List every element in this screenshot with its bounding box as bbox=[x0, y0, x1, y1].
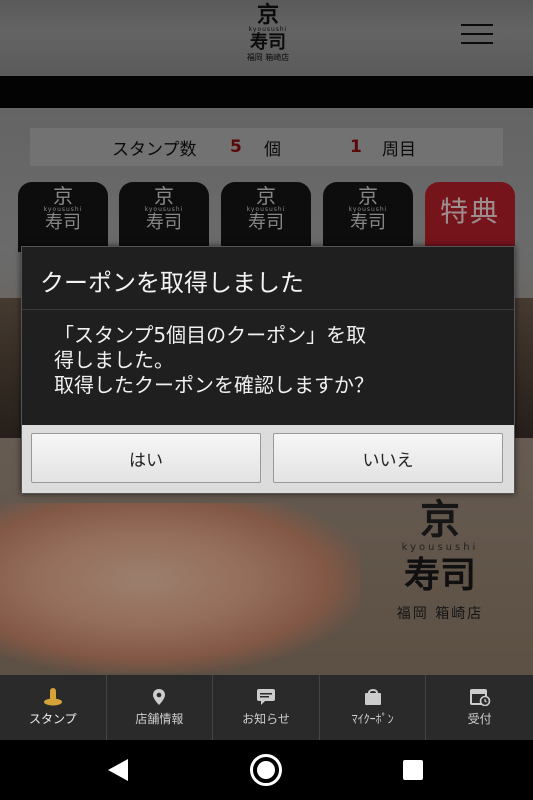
tab-label: 店舗情報 bbox=[135, 712, 184, 726]
tab-news[interactable]: お知らせ bbox=[213, 675, 320, 740]
home-icon[interactable] bbox=[250, 754, 282, 786]
no-button[interactable]: いいえ bbox=[273, 433, 503, 483]
tab-label: お知らせ bbox=[242, 712, 290, 726]
coupon-dialog: クーポンを取得しました 「スタンプ5個目のクーポン」を取 得しました。 取得した… bbox=[21, 246, 515, 494]
tab-label: ﾏｲｸｰﾎﾟﾝ bbox=[351, 712, 394, 726]
yes-button[interactable]: はい bbox=[31, 433, 261, 483]
stamp-icon bbox=[42, 688, 64, 706]
tab-my-coupon[interactable]: ﾏｲｸｰﾎﾟﾝ bbox=[320, 675, 427, 740]
recent-apps-icon[interactable] bbox=[403, 760, 423, 780]
dialog-divider bbox=[22, 309, 514, 310]
app-screen: 京 kyousushi 寿司 福岡 箱崎店 スタンプ数 5 個 1 周目 京 k… bbox=[0, 0, 533, 800]
tab-label: 受付 bbox=[467, 712, 492, 726]
chat-bubble-icon bbox=[255, 688, 277, 706]
tab-store-info[interactable]: 店舗情報 bbox=[107, 675, 214, 740]
tab-label: スタンプ bbox=[28, 712, 77, 726]
dialog-message: 「スタンプ5個目のクーポン」を取 得しました。 取得したクーポンを確認しますか？ bbox=[54, 323, 374, 397]
bottom-tab-bar: スタンプ 店舗情報 お知らせ ﾏｲｸｰﾎﾟﾝ 受付 bbox=[0, 675, 533, 740]
tab-reception[interactable]: 受付 bbox=[426, 675, 533, 740]
map-pin-icon bbox=[148, 688, 170, 706]
tab-stamp[interactable]: スタンプ bbox=[0, 675, 107, 740]
dialog-title: クーポンを取得しました bbox=[40, 269, 304, 297]
calendar-clock-icon bbox=[469, 688, 491, 706]
android-nav-bar bbox=[0, 740, 533, 800]
back-icon[interactable] bbox=[108, 759, 128, 781]
dialog-button-row: はい いいえ bbox=[22, 425, 514, 493]
bag-icon bbox=[362, 688, 384, 706]
